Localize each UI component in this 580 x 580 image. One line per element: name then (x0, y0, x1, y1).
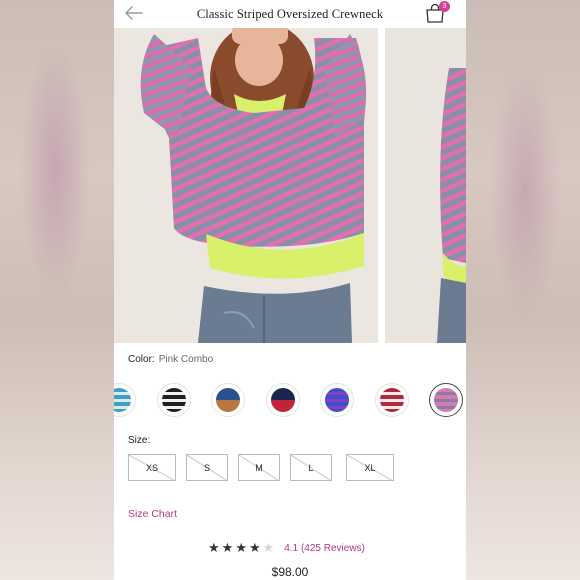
product-photo-main[interactable] (114, 28, 378, 343)
star-filled-icon: ★ (221, 540, 234, 555)
swatch-fill (161, 388, 186, 412)
color-swatch-red-white-stripe[interactable] (374, 383, 409, 417)
size-option-m[interactable]: M (238, 454, 280, 481)
size-option-label: XL (364, 462, 376, 473)
swatch-fill (114, 388, 131, 412)
star-filled-icon: ★ (235, 540, 247, 555)
size-option-xl[interactable]: XL (346, 454, 394, 481)
blurred-background-left (0, 0, 114, 580)
color-swatch-navy-red[interactable] (265, 383, 300, 417)
color-swatch-navy-tan[interactable] (211, 383, 245, 417)
size-chart-link[interactable]: Size Chart (128, 508, 177, 520)
product-photo-next[interactable] (385, 28, 466, 343)
swatch-fill (270, 388, 295, 412)
selected-color-name: Pink Combo (158, 354, 214, 365)
product-image-gallery[interactable] (114, 28, 466, 343)
cart-count-badge: 3 (439, 1, 450, 12)
reviews-link[interactable]: 4.1 (425 Reviews) (284, 543, 365, 554)
color-label: Color: (128, 354, 155, 365)
size-option-label: S (203, 462, 210, 473)
back-arrow-icon[interactable] (124, 4, 144, 22)
swatch-fill (434, 388, 458, 412)
star-filled-icon: ★ (208, 540, 220, 555)
size-option-label: M (255, 462, 263, 473)
color-swatches (114, 383, 466, 419)
size-option-label: L (308, 462, 314, 473)
swatch-fill (216, 388, 240, 412)
color-swatch-black-white-stripe[interactable] (156, 383, 191, 417)
product-page: Classic Striped Oversized Crewneck 3 Col… (114, 0, 466, 580)
size-option-xs[interactable]: XS (128, 454, 176, 481)
color-selector-label: Color: Pink Combo (128, 354, 213, 365)
size-option-label: XS (145, 462, 158, 473)
color-swatch-blue-purple-stripe[interactable] (320, 383, 354, 417)
size-label: Size: (128, 435, 151, 446)
color-swatch-pink-combo[interactable] (429, 383, 463, 417)
color-swatch-teal-stripe[interactable] (114, 383, 136, 417)
size-option-l[interactable]: L (290, 454, 332, 481)
page-title: Classic Striped Oversized Crewneck (196, 6, 384, 21)
swatch-fill (325, 388, 349, 412)
star-filled-icon: ★ (248, 540, 261, 555)
swatch-fill (379, 388, 404, 412)
size-option-s[interactable]: S (186, 454, 228, 481)
blurred-background-right (466, 0, 580, 580)
product-rating: ★ ★ ★ ★ ★ 4.1 (425 Reviews) (208, 541, 365, 555)
product-price: $98.00 (271, 565, 309, 579)
top-bar: Classic Striped Oversized Crewneck 3 (114, 0, 466, 28)
star-empty-icon: ★ (262, 540, 275, 555)
